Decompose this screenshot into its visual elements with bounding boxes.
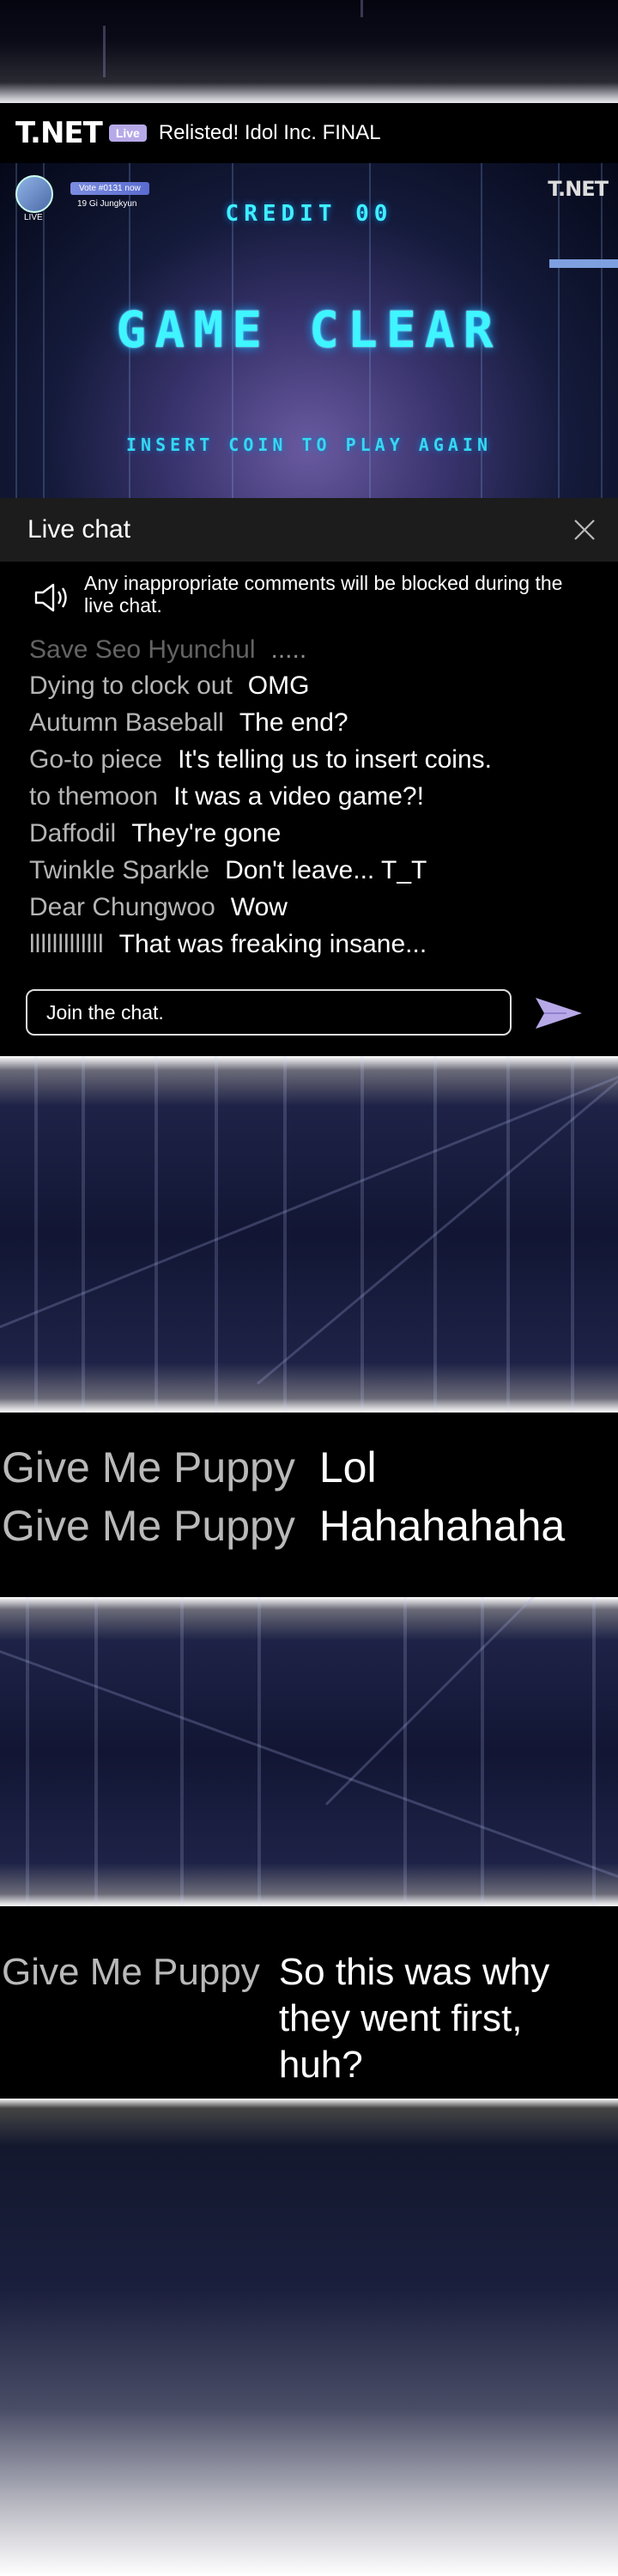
chat-text: Don't leave... T_T [225,856,427,884]
chat-notice: Any inappropriate comments will be block… [84,572,563,617]
chat-username: Dying to clock out [29,671,233,700]
live-badge: Live [108,125,147,142]
texture-line [571,1056,574,1413]
top-fade-strip [0,0,618,103]
chat-header: Live chat [0,498,618,562]
texture-diagonal [0,1631,618,1899]
chat-username: Go-to piece [29,745,163,774]
chat-overlay-band: Give Me Puppy Lol Give Me Puppy Hahahahaha [0,1413,618,1597]
light-streak [103,26,106,77]
bottom-fade-texture [0,2099,618,2576]
chat-username: Save Seo Hyunchul [29,635,256,664]
show-title: Relisted! Idol Inc. FINAL [158,121,381,144]
chat-message: Daffodil They're gone [29,819,281,848]
background-texture [0,1597,618,1906]
live-chat-panel: Live chat Any inappropriate comments wil… [0,498,618,1056]
chat-username: lllllllllllll [29,930,104,958]
chat-input[interactable] [26,989,512,1036]
chat-message: Save Seo Hyunchul..... [29,635,306,665]
close-icon[interactable] [573,519,596,541]
tnet-logo: T.NET [15,116,103,150]
chat-message: lllllllllllll That was freaking insane... [29,930,427,959]
chat-username: Give Me Puppy [2,1951,260,1993]
texture-line [34,1056,38,1413]
screen-bar [549,259,618,268]
stream-view: LIVE Vote #0131 now 19 Gi Jungkyun T.NET… [0,163,618,498]
chat-message: Twinkle Sparkle Don't leave... T_T [29,856,427,885]
send-icon[interactable] [532,994,585,1032]
texture-line [26,1597,29,1906]
chat-message: Autumn Baseball The end? [29,708,348,738]
chat-overlay-band: Give Me Puppy So this was why they went f… [0,1906,618,2099]
texture-diagonal [257,1056,618,1385]
chat-message: Go-to piece It's telling us to insert coi… [29,745,492,775]
chat-text: That was freaking insane... [118,930,427,958]
chat-text: Lol [318,1443,377,1492]
chat-text: It was a video game?! [173,782,424,811]
chat-text: Hahahahaha [318,1502,566,1550]
texture-line [592,1597,596,1906]
texture-line [94,1597,98,1906]
texture-line [360,1056,364,1413]
texture-line [506,1056,510,1413]
chat-username: Twinkle Sparkle [29,856,210,884]
vote-tag: Vote #0131 now [70,182,149,195]
chat-message: Dear Chungwoo Wow [29,893,288,922]
credit-counter: CREDIT 00 [225,201,393,227]
chat-message: Dying to clock out OMG [29,671,309,701]
chat-text: OMG [247,671,310,700]
insert-coin-text: INSERT COIN TO PLAY AGAIN [125,434,493,455]
chat-username: Dear Chungwoo [29,893,215,921]
chat-text: Wow [230,893,288,921]
broadcast-header: T.NET Live Relisted! Idol Inc. FINAL [0,103,618,163]
chat-text: ..... [270,635,307,664]
chat-username: to themoon [29,782,159,811]
chat-message-large: Give Me Puppy So this was why they went f… [2,1949,614,2088]
chat-message-large: Give Me Puppy Lol [2,1443,377,1492]
texture-line [154,1056,158,1413]
texture-diagonal [0,1056,618,1342]
texture-line [180,1597,184,1906]
speaker-icon [34,583,67,612]
chat-title: Live chat [27,515,131,544]
background-texture [0,1056,618,1413]
chat-username: Daffodil [29,819,117,848]
light-streak [360,0,363,17]
chat-message-large: Give Me Puppy Hahahahaha [2,1501,565,1551]
texture-diagonal [324,1597,618,1806]
chat-text: They're gone [131,819,282,848]
chat-username: Give Me Puppy [2,1502,295,1550]
chat-message: to themoon It was a video game?! [29,782,424,811]
texture-line [82,1056,85,1413]
chat-text: The end? [239,708,348,737]
texture-line [215,1056,218,1413]
chat-username: Give Me Puppy [2,1443,295,1492]
texture-line [258,1597,261,1906]
chat-username: Autumn Baseball [29,708,224,737]
chat-text: So this was why they went first, huh? [278,1951,550,2086]
chat-text: It's telling us to insert coins. [178,745,492,774]
stream-watermark: T.NET [548,177,609,201]
texture-line [403,1597,407,1906]
game-clear-headline: GAME CLEAR [116,301,502,359]
